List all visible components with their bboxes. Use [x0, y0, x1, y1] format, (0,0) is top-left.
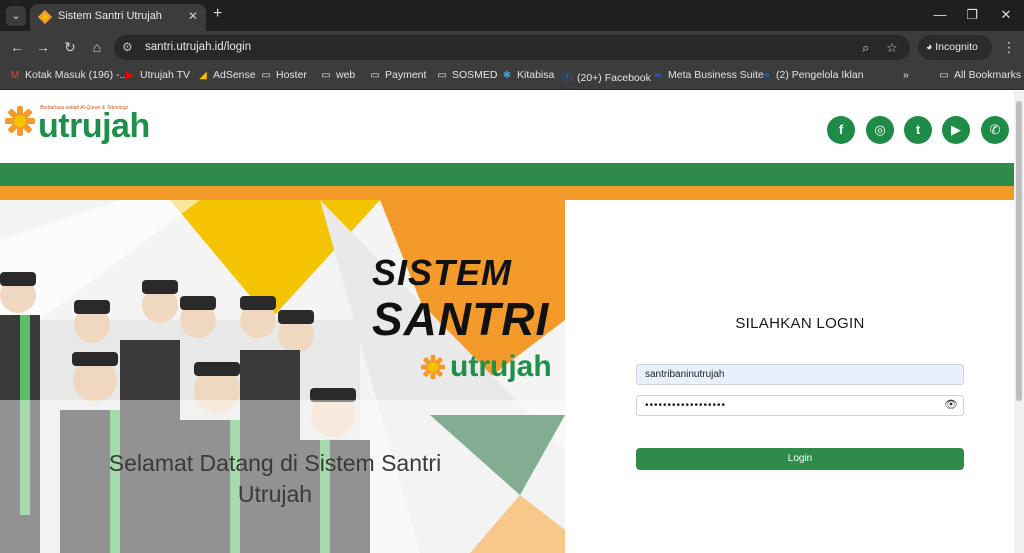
- browser-toolbar: ← → ↻ ⌂ ⚙ santri.utrujah.id/login ⌕ ☆ ◕ …: [0, 31, 1024, 63]
- browser-tab-active[interactable]: Sistem Santri Utrujah ✕: [30, 4, 206, 31]
- bookmark-item[interactable]: ▭ Payment: [369, 69, 426, 81]
- folder-icon: ▭: [939, 70, 949, 81]
- window-close-icon[interactable]: ✕: [996, 7, 1016, 23]
- tab-title: Sistem Santri Utrujah: [58, 10, 162, 22]
- site-settings-icon[interactable]: ⚙: [122, 40, 133, 54]
- incognito-icon: ◕: [926, 41, 936, 53]
- back-arrow-icon[interactable]: ←: [9, 39, 25, 55]
- web-page: Berbahasa sebab Al-Quran & Teknologi utr…: [0, 91, 1014, 553]
- youtube-icon[interactable]: ▶: [942, 116, 970, 144]
- bookmark-item[interactable]: ✱ Kitabisa: [501, 69, 555, 81]
- bookmark-item[interactable]: ▶ Utrujah TV: [124, 69, 190, 81]
- scrollbar-thumb[interactable]: [1016, 101, 1022, 401]
- hero-banner: SISTEM SANTRI utrujah Selamat Datang di …: [0, 200, 565, 553]
- gmail-icon: M: [10, 70, 20, 81]
- whatsapp-icon[interactable]: ✆: [981, 116, 1009, 144]
- url-text: santri.utrujah.id/login: [145, 41, 252, 53]
- password-input[interactable]: [636, 395, 964, 416]
- meta-icon: ∞: [654, 70, 662, 81]
- bookmark-item[interactable]: ⓕ (20+) Facebook: [561, 69, 651, 84]
- bookmark-item[interactable]: M Kotak Masuk (196) -...: [9, 69, 128, 81]
- instagram-icon[interactable]: ◎: [866, 116, 894, 144]
- minimize-icon[interactable]: —: [930, 7, 950, 22]
- incognito-label: Incognito: [935, 41, 978, 53]
- kitabisa-icon: ✱: [502, 70, 512, 81]
- folder-icon: ▭: [321, 70, 331, 81]
- utrujah-emblem-icon: [5, 106, 35, 136]
- facebook-icon[interactable]: f: [827, 116, 855, 144]
- poster-title-line1: SISTEM: [372, 252, 513, 293]
- tab-search-button[interactable]: ⌄: [6, 6, 26, 26]
- username-input[interactable]: [636, 364, 964, 385]
- reload-icon[interactable]: ↻: [62, 39, 78, 56]
- poster-logo-wordmark: utrujah: [450, 350, 552, 383]
- page-scrollbar[interactable]: [1014, 91, 1024, 553]
- poster-emblem-icon: [420, 354, 446, 380]
- facebook-icon: ⓕ: [562, 73, 572, 84]
- forward-arrow-icon[interactable]: →: [35, 39, 51, 55]
- zoom-icon[interactable]: ⌕: [862, 40, 869, 56]
- login-button[interactable]: Login: [636, 448, 964, 470]
- header-green-band: [0, 163, 1014, 186]
- welcome-text: Selamat Datang di Sistem Santri Utrujah: [108, 450, 442, 507]
- bookmark-item[interactable]: ◢ AdSense: [197, 69, 255, 81]
- bookmark-item[interactable]: ▭ web: [320, 69, 355, 81]
- utrujah-favicon-icon: [38, 10, 52, 24]
- show-password-eye-icon[interactable]: 👁: [944, 398, 958, 411]
- site-logo[interactable]: Berbahasa sebab Al-Quran & Teknologi utr…: [4, 101, 164, 151]
- incognito-badge[interactable]: ◕ Incognito: [918, 35, 992, 60]
- folder-icon: ▭: [370, 70, 380, 81]
- twitter-icon[interactable]: t: [904, 116, 932, 144]
- all-bookmarks[interactable]: ▭ All Bookmarks: [938, 69, 1021, 81]
- header-orange-band: [0, 186, 1014, 200]
- bookmarks-bar: M Kotak Masuk (196) -... ▶ Utrujah TV ◢ AdS…: [0, 63, 1024, 90]
- bookmark-item[interactable]: ∞ Meta Business Suite: [652, 69, 763, 81]
- poster-title-line2: SANTRI: [372, 293, 550, 345]
- bookmark-item[interactable]: ∞ (2) Pengelola Iklan: [760, 69, 863, 81]
- restore-icon[interactable]: ❐: [962, 7, 982, 23]
- bookmarks-overflow-icon[interactable]: »: [903, 69, 909, 81]
- folder-icon: ▭: [437, 70, 447, 81]
- logo-wordmark: utrujah: [38, 107, 150, 145]
- adsense-icon: ◢: [199, 70, 207, 81]
- bookmark-item[interactable]: ▭ Hoster: [260, 69, 307, 81]
- new-tab-plus-icon[interactable]: +: [213, 5, 222, 23]
- browser-tab-strip: ⌄ Sistem Santri Utrujah ✕ + — ❐ ✕: [0, 0, 1024, 31]
- tab-close-icon[interactable]: ✕: [188, 9, 198, 23]
- login-title: SILAHKAN LOGIN: [735, 315, 865, 332]
- youtube-icon: ▶: [126, 70, 134, 81]
- home-icon[interactable]: ⌂: [89, 39, 105, 55]
- browser-menu-icon[interactable]: ⋮: [1002, 39, 1016, 56]
- meta-icon: ∞: [762, 70, 770, 81]
- bookmark-star-icon[interactable]: ☆: [886, 40, 898, 56]
- folder-icon: ▭: [261, 70, 271, 81]
- address-bar[interactable]: ⚙ santri.utrujah.id/login ⌕ ☆: [114, 35, 910, 60]
- bookmark-item[interactable]: ▭ SOSMED: [436, 69, 497, 81]
